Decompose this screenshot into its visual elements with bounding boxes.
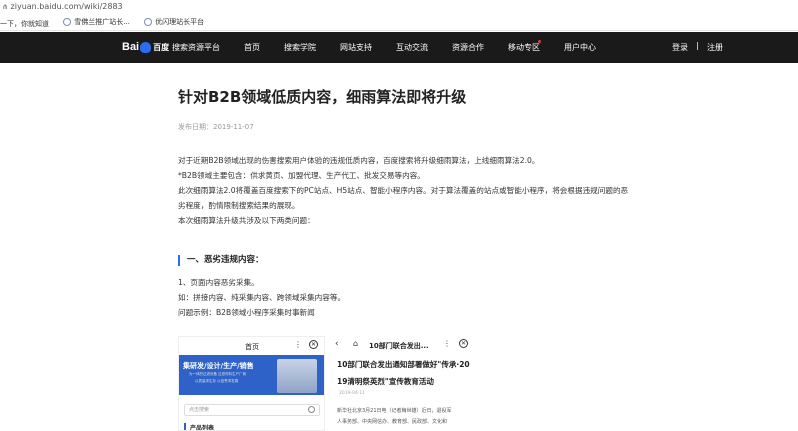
section-line: 问题示例：B2B领域小程序采集时事新闻 [178, 308, 315, 317]
nav-item-cooperation[interactable]: 资源合作 [452, 42, 484, 53]
news-headline: 10部门联合发出通知部署做好"传承·20 [337, 360, 470, 369]
search-icon [308, 406, 315, 413]
nav-item-site-support[interactable]: 网站支持 [340, 42, 372, 53]
brand-subtitle[interactable]: 搜索资源平台 [172, 42, 220, 53]
more-icon: ⋮ [294, 340, 302, 349]
phone-title: 10部门联合发出... [369, 342, 429, 350]
example-screenshot-1: 首页 ⋮ ✕ 集研发/设计/生产/销售 为一体的过滤设备 过滤材料生产厂商 以质… [178, 336, 325, 431]
site-nav: Bai 百度 搜索资源平台 首页 搜索学院 网站支持 互动交流 资源合作 移动专… [0, 32, 798, 63]
bookmarks-bar: 一下，你就知道 雪佛兰推广站长... 优闪理站长平台 [0, 13, 798, 31]
nav-item-academy[interactable]: 搜索学院 [284, 42, 316, 53]
example-screenshot-2: ‹ ⌂ 10部门联合发出... ⋮ ✕ 10部门联合发出通知部署做好"传承·20… [331, 336, 480, 431]
more-icon: ⋮ [443, 339, 451, 348]
article-paragraph: 本次细雨算法升级共涉及以下两类问题： [178, 216, 315, 225]
notification-dot [538, 40, 541, 43]
section-heading: 一、恶劣违规内容： [178, 255, 264, 266]
article-title: 针对B2B领域低质内容，细雨算法即将升级 [178, 88, 467, 106]
search-placeholder: 点击搜索 [189, 407, 210, 413]
register-link[interactable]: 注册 [707, 42, 723, 53]
phone-topbar: 首页 ⋮ ✕ [179, 337, 324, 355]
back-icon: ‹ [335, 339, 339, 349]
bookmark-label: 雪佛兰推广站长... [74, 18, 130, 26]
url-text[interactable]: ziyuan.baidu.com/wiki/2883 [11, 2, 123, 11]
publish-date: 发布日期：2019-11-07 [178, 123, 254, 131]
banner-image: 集研发/设计/生产/销售 为一体的过滤设备 过滤材料生产厂商 以质量求生存 以信… [179, 355, 324, 395]
article-paragraph: 此次细雨算法2.0将覆盖百度搜索下的PC站点、H5站点、智能小程序内容。对于算法… [178, 186, 629, 195]
banner-line: 以质量求生存 以信誉求发展 [195, 379, 239, 383]
globe-icon [144, 18, 153, 26]
bookmark-item[interactable]: 优闪理站长平台 [144, 13, 205, 30]
paw-icon [140, 41, 152, 53]
news-headline: 19清明祭英烈"宣传教育活动 [337, 377, 434, 386]
section-line: 1、页面内容恶劣采集。 [178, 278, 259, 287]
globe-icon [63, 18, 72, 26]
bookmark-label: 一下，你就知道 [0, 20, 49, 28]
address-bar[interactable]: ⋔ ziyuan.baidu.com/wiki/2883 [0, 0, 798, 13]
article-paragraph: 劣程度，酌情限制搜索结果的展现。 [178, 201, 300, 210]
login-link[interactable]: 登录 [672, 42, 688, 53]
article-paragraph: 对于近期B2B领域出现的伤害搜索用户体验的违规低质内容，百度搜索将升级细雨算法，… [178, 156, 540, 165]
article-paragraph: *B2B领域主要包含：供求黄页、加盟代理、生产代工、批发交易等内容。 [178, 171, 425, 180]
nav-item-home[interactable]: 首页 [244, 42, 260, 53]
phone-topbar: ‹ ⌂ 10部门联合发出... ⋮ ✕ [331, 336, 480, 354]
nav-item-mobile[interactable]: 移动专区 [508, 42, 540, 53]
close-icon: ✕ [459, 339, 468, 348]
bookmark-label: 优闪理站长平台 [155, 18, 205, 26]
nav-separator: | [696, 41, 699, 50]
phone-title: 首页 [245, 343, 259, 351]
banner-title: 集研发/设计/生产/销售 [183, 362, 254, 370]
baidu-logo[interactable]: Bai 百度 [122, 40, 169, 54]
news-body: 新华社北京3月21日电（记者梅世雄）近日，退役军 [337, 408, 452, 414]
close-icon: ✕ [309, 340, 318, 349]
lock-icon: ⋔ [2, 3, 8, 11]
banner-line: 为一体的过滤设备 过滤材料生产厂商 [189, 372, 247, 376]
news-date: 2019-04-11 [339, 391, 366, 396]
logo-text-bai: Bai [122, 41, 140, 53]
section-line: 如：拼接内容、纯采集内容、跨领域采集内容等。 [178, 293, 346, 302]
home-icon: ⌂ [353, 339, 359, 348]
category-heading: 产品列表 [184, 423, 214, 430]
nav-item-interaction[interactable]: 互动交流 [396, 42, 428, 53]
bookmark-item[interactable]: 一下，你就知道 [0, 15, 49, 30]
machine-image [277, 359, 317, 393]
logo-text-du: 百度 [153, 42, 170, 52]
news-body: 人事务部、中央网信办、教育部、民政部、文化和 [337, 419, 448, 425]
bookmark-item[interactable]: 雪佛兰推广站长... [63, 13, 130, 30]
phone-search-box: 点击搜索 [184, 404, 320, 416]
nav-item-user-center[interactable]: 用户中心 [564, 42, 596, 53]
